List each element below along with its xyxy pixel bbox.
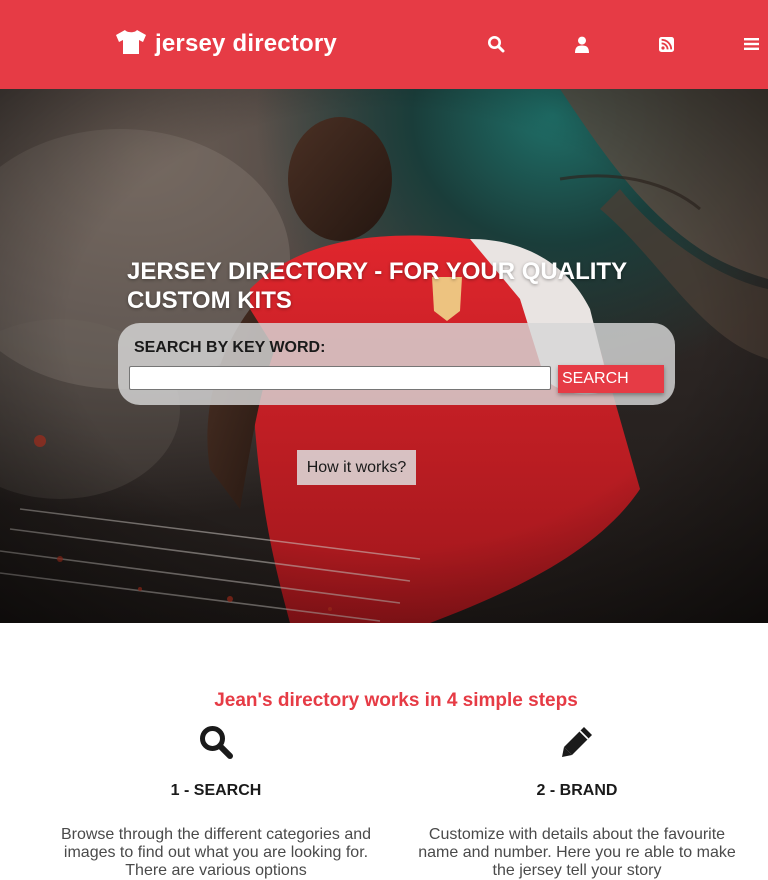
pencil-icon — [417, 722, 737, 762]
search-input[interactable] — [129, 366, 551, 390]
menu-icon[interactable] — [741, 34, 761, 54]
logo-text: jersey directory — [155, 30, 337, 57]
tshirt-icon — [115, 29, 147, 60]
rss-icon[interactable] — [656, 34, 676, 54]
step-title: 2 - BRAND — [536, 782, 618, 799]
user-icon[interactable] — [572, 34, 592, 54]
step-search: 1 - SEARCH Browse through the different … — [56, 722, 376, 880]
step-description: Browse through the different categories … — [60, 826, 372, 879]
step-title: 1 - SEARCH — [170, 782, 262, 799]
search-button[interactable]: SEARCH — [558, 365, 664, 393]
steps-heading: Jean's directory works in 4 simple steps — [214, 690, 578, 711]
search-label: SEARCH BY KEY WORD: — [134, 339, 326, 356]
search-icon[interactable] — [486, 34, 506, 54]
site-header: jersey directory — [0, 0, 768, 89]
how-it-works-button[interactable]: How it works? — [297, 450, 416, 485]
search-form: SEARCH BY KEY WORD: SEARCH — [118, 323, 675, 405]
site-logo[interactable]: jersey directory — [115, 28, 337, 60]
step-description: Customize with details about the favouri… — [418, 826, 736, 879]
hero-title: JERSEY DIRECTORY - FOR YOUR QUALITY CUST… — [127, 258, 627, 314]
search-icon — [56, 722, 376, 762]
hero-banner: JERSEY DIRECTORY - FOR YOUR QUALITY CUST… — [0, 89, 768, 623]
step-brand: 2 - BRAND Customize with details about t… — [417, 722, 737, 880]
